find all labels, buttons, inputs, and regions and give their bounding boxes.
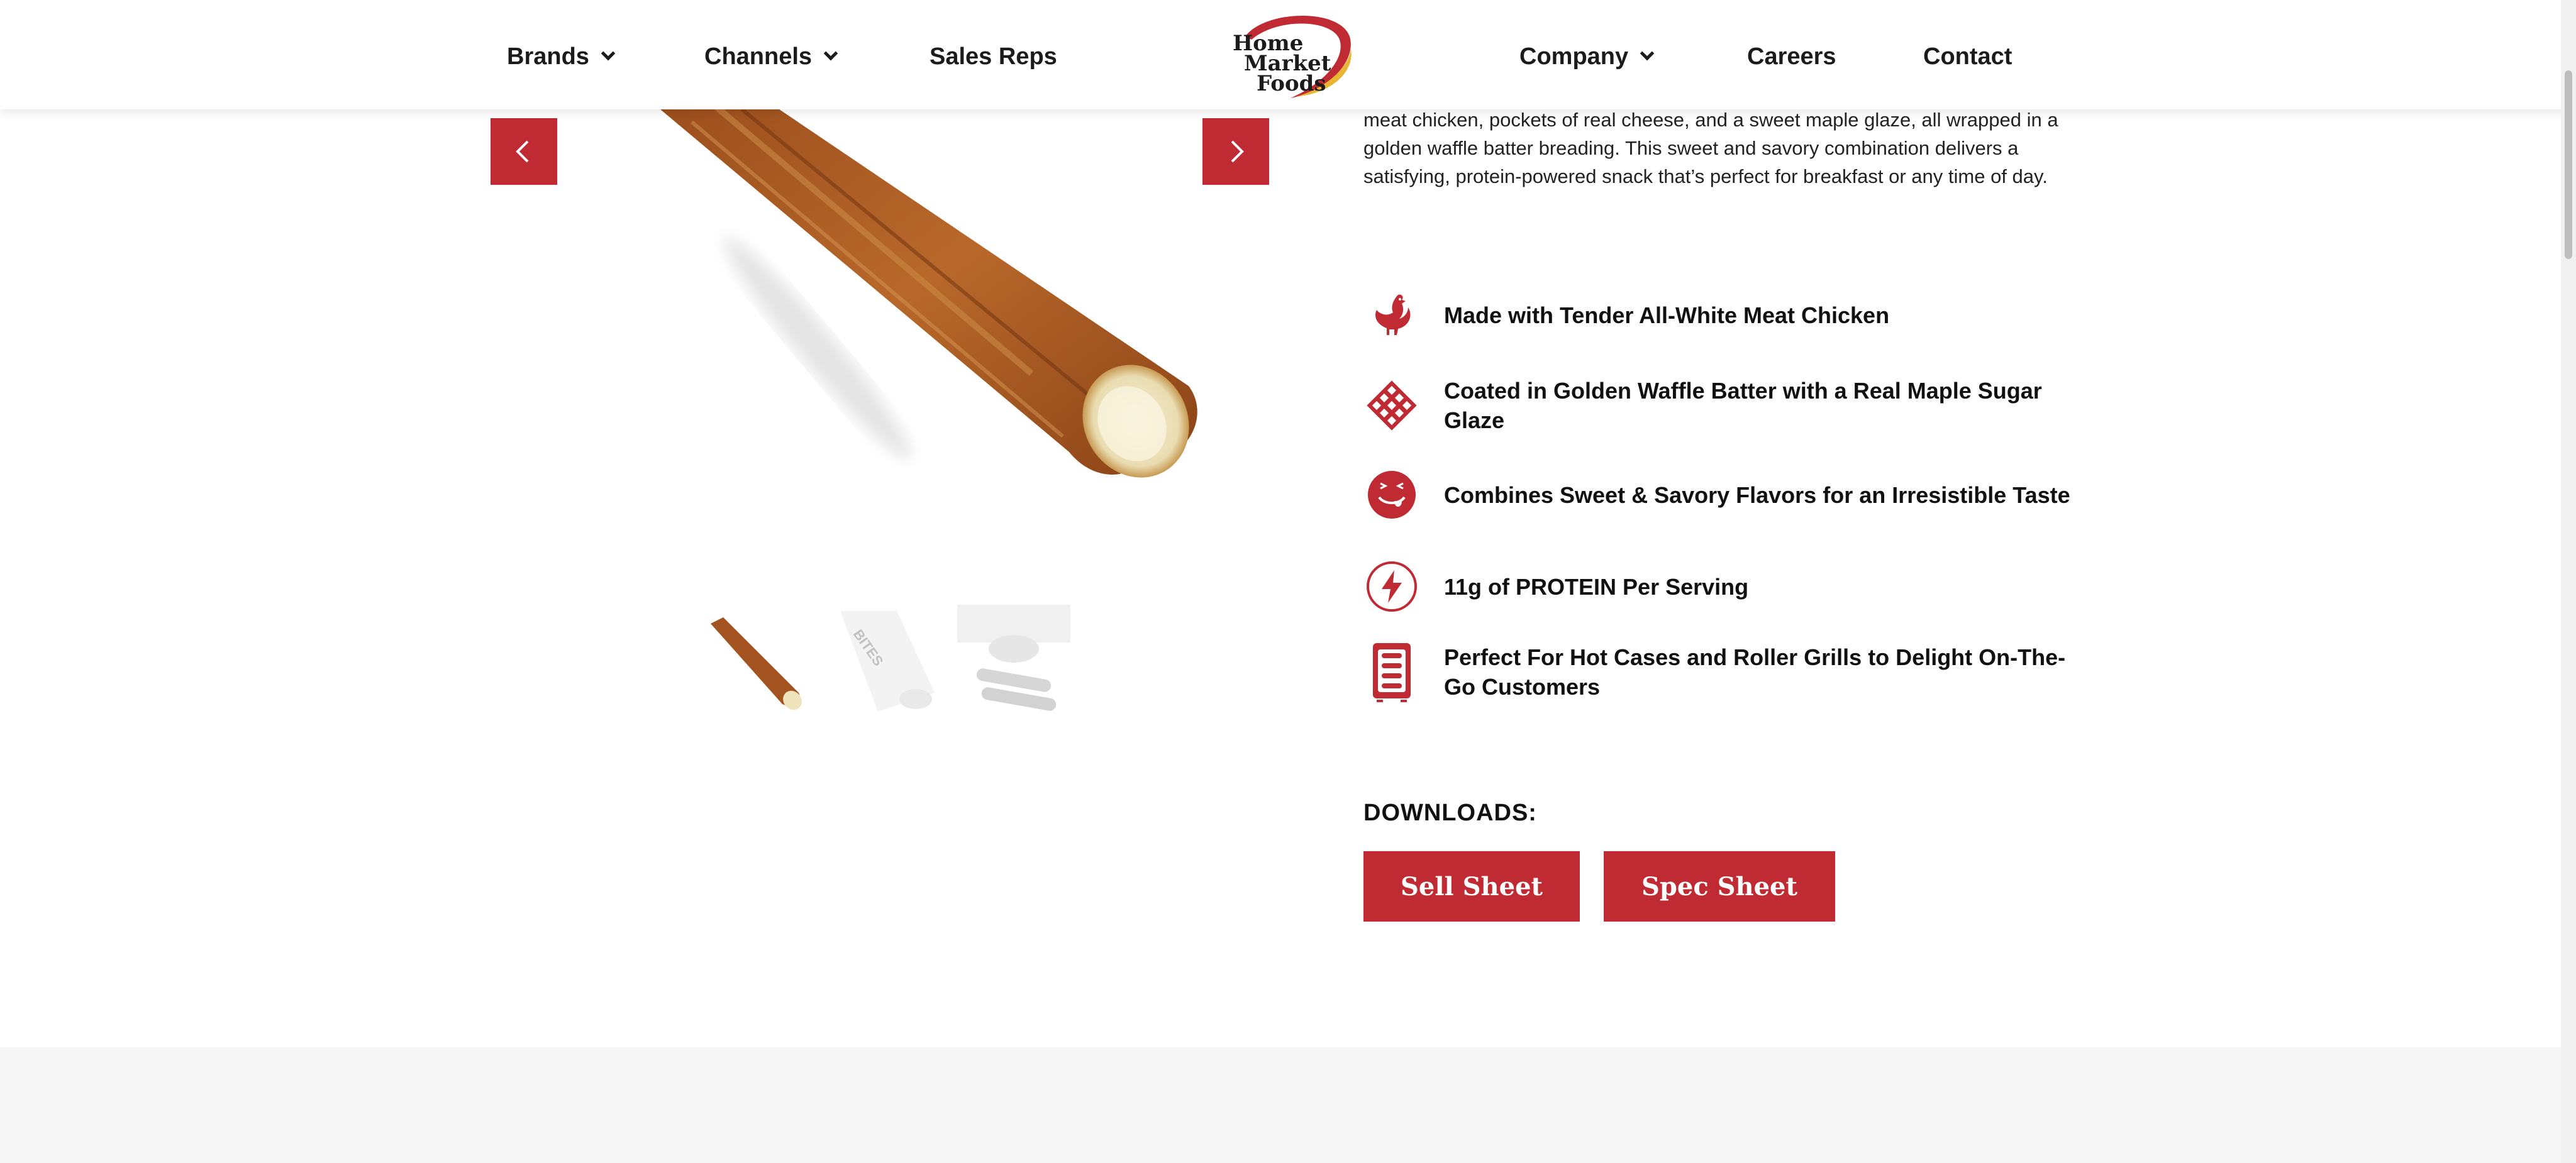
nav-channels-label: Channels — [704, 43, 813, 70]
nav-careers[interactable]: Careers — [1747, 38, 1836, 75]
waffle-icon — [1363, 377, 1420, 434]
feature-item: 11g of PROTEIN Per Serving — [1363, 558, 2087, 615]
nav-sales-reps-label: Sales Reps — [930, 43, 1057, 70]
page-scrollbar[interactable] — [2561, 0, 2576, 1163]
next-section-background — [0, 1047, 2576, 1163]
chevron-down-icon — [823, 46, 838, 61]
thumb-stick-image — [711, 617, 802, 710]
home-market-foods-logo[interactable]: Home Market Foods — [1220, 11, 1358, 101]
chicken-icon — [1363, 287, 1420, 343]
feature-text: 11g of PROTEIN Per Serving — [1444, 573, 1749, 600]
carousel-next-button[interactable] — [1202, 118, 1269, 185]
thumb-plated-image — [957, 605, 1070, 711]
nav-channels[interactable]: Channels — [704, 38, 838, 75]
nav-company-label: Company — [1519, 43, 1629, 70]
logo-text-foods: Foods — [1257, 71, 1326, 96]
chevron-down-icon — [1640, 46, 1655, 61]
feature-item: Combines Sweet & Savory Flavors for an I… — [1363, 466, 2087, 523]
spec-sheet-button[interactable]: Spec Sheet — [1604, 851, 1835, 922]
feature-text: Combines Sweet & Savory Flavors for an I… — [1444, 482, 2070, 508]
thumbnail-strip: BITES — [698, 605, 1070, 719]
chevron-right-icon — [1231, 140, 1244, 163]
tongue-smile-icon — [1363, 466, 1420, 523]
carousel-prev-button[interactable] — [491, 118, 557, 185]
chevron-left-icon — [516, 140, 529, 163]
roller-grill-icon — [1363, 643, 1420, 702]
thumbnail-3[interactable] — [957, 605, 1070, 719]
nav-brands-label: Brands — [507, 43, 589, 70]
nav-brands[interactable]: Brands — [507, 38, 616, 75]
nav-contact-label: Contact — [1923, 43, 2012, 70]
logo-mark: Home Market Foods — [1233, 15, 1352, 98]
thumbnail-1[interactable] — [698, 605, 811, 719]
site-header: Brands Channels Sales Reps Home Market F… — [0, 0, 2576, 109]
feature-text: Coated in Golden Waffle Batter with a Re… — [1444, 378, 2042, 433]
nav-careers-label: Careers — [1747, 43, 1836, 70]
lightning-icon — [1363, 558, 1420, 615]
chicken-waffle-stick-image — [660, 109, 1197, 478]
feature-text: Made with Tender All-White Meat Chicken — [1444, 302, 1890, 328]
feature-item: Coated in Golden Waffle Batter with a Re… — [1363, 376, 2087, 435]
scrollbar-thumb[interactable] — [2565, 70, 2572, 259]
downloads-title: DOWNLOADS: — [1363, 800, 1537, 826]
feature-text: Perfect For Hot Cases and Roller Grills … — [1444, 644, 2066, 700]
thumb-package-image: BITES — [840, 611, 935, 712]
chevron-down-icon — [601, 46, 616, 61]
thumbnail-2[interactable]: BITES — [828, 605, 941, 719]
sell-sheet-button[interactable]: Sell Sheet — [1363, 851, 1580, 922]
nav-contact[interactable]: Contact — [1923, 38, 2012, 75]
product-description: meat chicken, pockets of real cheese, an… — [1363, 109, 2058, 187]
nav-company[interactable]: Company — [1519, 38, 1655, 75]
feature-item: Made with Tender All-White Meat Chicken — [1363, 287, 2087, 343]
feature-item: Perfect For Hot Cases and Roller Grills … — [1363, 642, 2087, 702]
product-main-image — [478, 109, 1283, 575]
nav-sales-reps[interactable]: Sales Reps — [930, 38, 1057, 75]
